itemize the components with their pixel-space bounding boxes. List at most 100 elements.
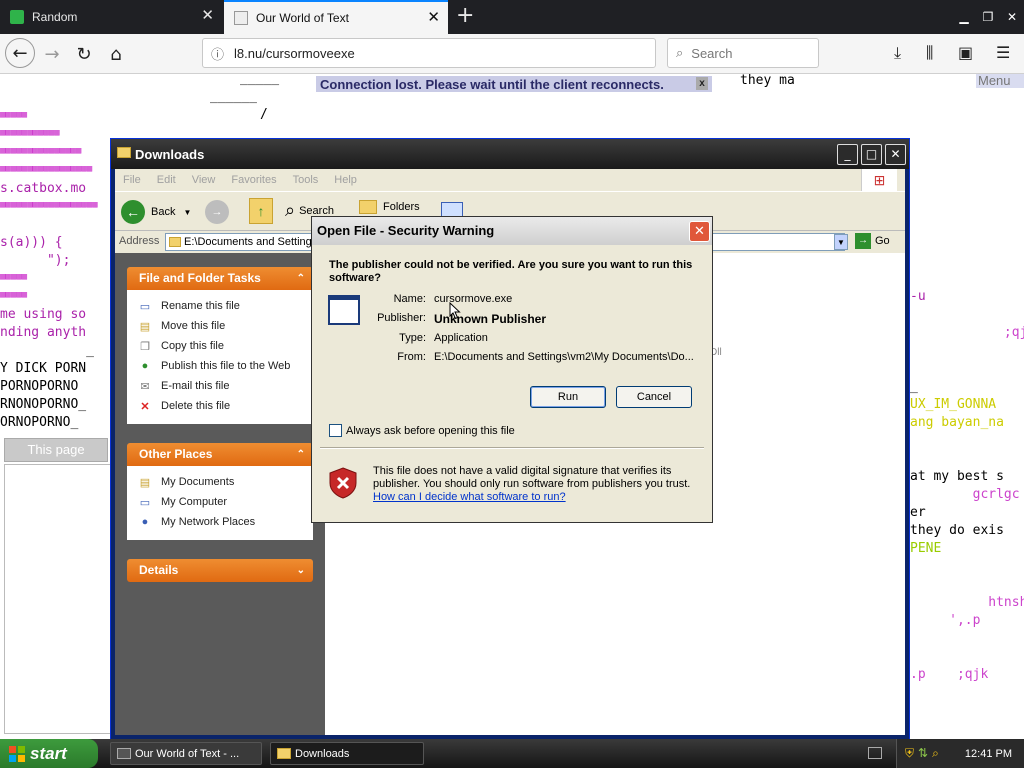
dialog-question: The publisher could not be verified. Are… [329, 259, 693, 284]
back-label: Back [151, 206, 176, 218]
warning-text: This file does not have a valid digital … [373, 465, 691, 490]
network-icon[interactable]: ⇅ [918, 746, 928, 761]
task-move[interactable]: ▤ Move this file [137, 316, 313, 336]
go-button[interactable]: → Go [855, 233, 890, 249]
url-bar[interactable]: ⓘ l8.nu/cursormoveexe [202, 38, 656, 68]
place-network[interactable]: ● My Network Places [137, 512, 313, 532]
download-icon[interactable]: ⤓ [894, 43, 901, 63]
new-tab-icon[interactable]: + [456, 4, 474, 28]
system-tray: ⛨ ⇅ ⌕ 12:41 PM [896, 739, 1024, 768]
place-my-documents[interactable]: ▤ My Documents [137, 472, 313, 492]
hamburger-menu-icon[interactable]: ☰ [996, 43, 1010, 62]
browser-icon [117, 748, 131, 759]
menu-help[interactable]: Help [334, 174, 357, 186]
owot-text: ang bayan_na [910, 415, 1004, 430]
place-my-computer[interactable]: ▭ My Computer [137, 492, 313, 512]
glyph-row: ▦▦▦▦▦▦▦▦▦▦▦▦▦▦▦ [0, 146, 82, 156]
keyboard-icon[interactable] [868, 747, 882, 759]
home-icon[interactable]: ⌂ [102, 40, 130, 68]
forward-icon[interactable]: → [38, 40, 66, 68]
security-shield-icon[interactable]: ⛨ [905, 746, 914, 761]
search-input[interactable]: ⌕ Search [667, 38, 819, 68]
restore-icon[interactable]: ❐ [976, 0, 1000, 34]
menu-view[interactable]: View [192, 174, 216, 186]
collapse-icon[interactable]: ⌃ [297, 267, 305, 290]
close-icon[interactable]: ✕ [885, 144, 906, 165]
folders-label: Folders [383, 201, 420, 213]
back-icon[interactable]: ← [5, 38, 35, 68]
owot-text: at my best s [910, 469, 1004, 484]
banner-close-button[interactable]: x [696, 77, 708, 90]
owot-menu-button[interactable]: Menu [976, 74, 1024, 88]
maximize-icon[interactable]: □ [861, 144, 882, 165]
cancel-button[interactable]: Cancel [616, 386, 692, 408]
address-value: E:\Documents and Settings [184, 236, 318, 248]
search-label: Search [299, 204, 334, 217]
menu-favorites[interactable]: Favorites [231, 174, 276, 186]
dialog-close-button[interactable]: ✕ [689, 221, 710, 242]
task-copy[interactable]: ❐ Copy this file [137, 336, 313, 356]
search-icon[interactable]: ⌕ [932, 746, 939, 761]
taskbar-item-downloads[interactable]: Downloads [270, 742, 424, 765]
owot-text: RNONOPORNO_ [0, 397, 87, 412]
checkbox-box[interactable] [329, 424, 342, 437]
forward-button[interactable]: → [205, 200, 229, 224]
back-button[interactable]: ← Back ▼ [121, 200, 191, 224]
task-delete[interactable]: ✕ Delete this file [137, 396, 313, 416]
tab-our-world-of-text[interactable]: Our World of Text ✕ [224, 0, 448, 34]
start-button[interactable]: start [0, 739, 98, 768]
go-arrow-icon: → [855, 233, 871, 249]
this-page-panel [4, 464, 112, 734]
reload-icon[interactable]: ↻ [70, 40, 98, 68]
tab-close-icon[interactable]: ✕ [201, 8, 214, 23]
collapse-icon[interactable]: ⌃ [297, 443, 305, 466]
folders-button[interactable]: Folders [359, 200, 420, 214]
folders-icon [359, 200, 377, 214]
tab-title: Our World of Text [256, 11, 349, 25]
always-ask-checkbox[interactable]: Always ask before opening this file [329, 424, 515, 437]
glyph-row: ▦▦▦▦▦ [0, 110, 28, 120]
help-link[interactable]: How can I decide what software to run? [373, 491, 693, 504]
go-label: Go [875, 235, 890, 247]
explorer-titlebar[interactable]: Downloads [111, 139, 909, 169]
connection-lost-banner: Connection lost. Please wait until the c… [316, 76, 712, 92]
owot-text: -u [910, 289, 926, 304]
random-favicon-icon [10, 10, 24, 24]
taskbar-item-browser[interactable]: Our World of Text - ... [110, 742, 262, 765]
menu-edit[interactable]: Edit [157, 174, 176, 186]
chevron-down-icon[interactable]: ▼ [183, 208, 191, 217]
owot-text: _ [0, 343, 94, 358]
close-window-icon[interactable]: ✕ [1000, 0, 1024, 34]
up-folder-icon[interactable]: ↑ [249, 198, 273, 224]
details-header[interactable]: Details ⌄ [127, 559, 313, 582]
minimize-icon[interactable]: ▁ [952, 0, 976, 34]
dialog-title[interactable]: Open File - Security Warning [312, 217, 712, 245]
name-value: cursormove.exe [434, 293, 513, 305]
info-icon[interactable]: ⓘ [211, 44, 224, 63]
run-button[interactable]: Run [530, 386, 606, 408]
library-icon[interactable]: ⫼ [926, 43, 933, 63]
task-email[interactable]: ✉ E-mail this file [137, 376, 313, 396]
file-folder-tasks-header[interactable]: File and Folder Tasks ⌃ [127, 267, 313, 290]
url-text: l8.nu/cursormoveexe [234, 45, 355, 61]
menu-tools[interactable]: Tools [293, 174, 319, 186]
expand-icon[interactable]: ⌄ [297, 559, 305, 582]
other-places-header[interactable]: Other Places ⌃ [127, 443, 313, 466]
explorer-task-pane: File and Folder Tasks ⌃ ▭ Rename this fil… [115, 253, 325, 735]
minimize-icon[interactable]: _ [837, 144, 858, 165]
tab-random[interactable]: Random ✕ [0, 0, 222, 34]
address-dropdown-icon[interactable]: ▼ [834, 234, 848, 250]
task-rename[interactable]: ▭ Rename this file [137, 296, 313, 316]
owot-text: gcrlgc [910, 487, 1020, 502]
search-placeholder: Search [691, 45, 733, 61]
menu-file[interactable]: File [123, 174, 141, 186]
owot-text: me using so [0, 307, 87, 322]
owot-favicon-icon [234, 11, 248, 25]
my-documents-icon: ▤ [139, 476, 151, 489]
owot-text: UX_IM_GONNA [910, 397, 997, 412]
owot-text: er [910, 505, 926, 520]
sidebar-icon[interactable]: ▣ [958, 43, 973, 62]
checkbox-label: Always ask before opening this file [346, 424, 515, 437]
tab-close-icon[interactable]: ✕ [427, 10, 440, 25]
task-publish[interactable]: ● Publish this file to the Web [137, 356, 313, 376]
